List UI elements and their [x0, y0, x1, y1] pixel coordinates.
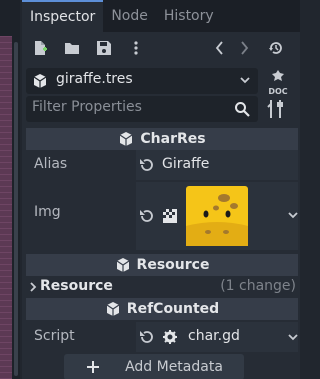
filter-properties-input[interactable]: Filter Properties [26, 96, 258, 122]
resource-name: giraffe.tres [56, 71, 133, 87]
dock-tabs: Inspector Node History [22, 0, 300, 32]
class-cube-icon [120, 132, 133, 146]
alias-value: Giraffe [162, 156, 210, 172]
revert-icon[interactable] [138, 208, 154, 224]
tab-node[interactable]: Node [103, 0, 156, 32]
filter-placeholder: Filter Properties [32, 99, 142, 115]
open-folder-icon[interactable] [62, 38, 82, 58]
revert-icon[interactable] [138, 157, 154, 173]
doc-button[interactable]: DOC [262, 68, 294, 96]
history-forward-icon[interactable] [234, 38, 254, 58]
alias-field[interactable]: Giraffe [136, 150, 298, 180]
tab-history[interactable]: History [156, 0, 222, 32]
save-icon[interactable] [94, 38, 114, 58]
resource-picker[interactable]: giraffe.tres [26, 68, 258, 94]
gear-icon [162, 329, 178, 345]
tab-inspector[interactable]: Inspector [22, 0, 104, 32]
class-cube-icon [106, 302, 120, 316]
inspector-dock: Inspector Node History giraffe.tres DOC … [22, 0, 300, 379]
section-title: CharRes [140, 131, 206, 147]
section-refcounted: RefCounted [26, 298, 298, 320]
viewport-edge [0, 0, 20, 379]
viewport-preview [0, 36, 12, 379]
property-list: CharRes Alias Giraffe Img Resource Resou… [26, 128, 298, 379]
object-history-icon[interactable] [266, 38, 286, 58]
chevron-down-icon[interactable] [286, 208, 300, 222]
chevron-right-icon[interactable] [28, 280, 38, 294]
add-metadata-label: Add Metadata [125, 359, 223, 375]
property-label: Script [34, 328, 75, 344]
revert-icon[interactable] [138, 329, 154, 345]
new-resource-icon[interactable] [30, 38, 50, 58]
resource-group-row[interactable]: Resource (1 change) [26, 276, 298, 298]
plus-icon [87, 361, 100, 373]
change-count: (1 change) [220, 278, 296, 294]
class-cube-icon [116, 258, 129, 272]
script-value: char.gd [188, 328, 240, 344]
property-row-script: Script char.gd [26, 322, 298, 352]
script-resource-field[interactable]: char.gd [136, 322, 298, 352]
section-title: Resource [136, 257, 210, 273]
doc-label: DOC [268, 87, 287, 96]
section-charres: CharRes [26, 128, 298, 150]
resource-cube-icon [32, 73, 48, 89]
inspector-tools-icon[interactable] [266, 98, 290, 120]
history-back-icon[interactable] [210, 38, 230, 58]
property-row-img: Img [26, 182, 298, 250]
search-icon [234, 101, 250, 117]
viewport-scrollbar[interactable] [12, 36, 20, 379]
inspector-panel: giraffe.tres DOC Filter Properties CharR… [22, 32, 300, 379]
scrollbar-thumb[interactable] [14, 42, 18, 376]
add-metadata-button[interactable]: Add Metadata [64, 354, 244, 379]
group-label: Resource [40, 278, 113, 294]
property-label: Alias [34, 156, 68, 172]
chevron-down-icon[interactable] [286, 330, 300, 344]
giraffe-thumbnail[interactable] [186, 186, 248, 246]
section-title: RefCounted [126, 301, 220, 317]
property-row-alias: Alias Giraffe [26, 150, 298, 180]
more-vertical-icon[interactable] [126, 38, 146, 58]
image-texture-icon [162, 208, 178, 224]
section-resource: Resource [26, 254, 298, 276]
inspector-toolbar [22, 34, 300, 64]
chevron-down-icon[interactable] [238, 73, 252, 87]
img-resource-field[interactable] [136, 182, 298, 250]
property-label: Img [34, 204, 61, 220]
